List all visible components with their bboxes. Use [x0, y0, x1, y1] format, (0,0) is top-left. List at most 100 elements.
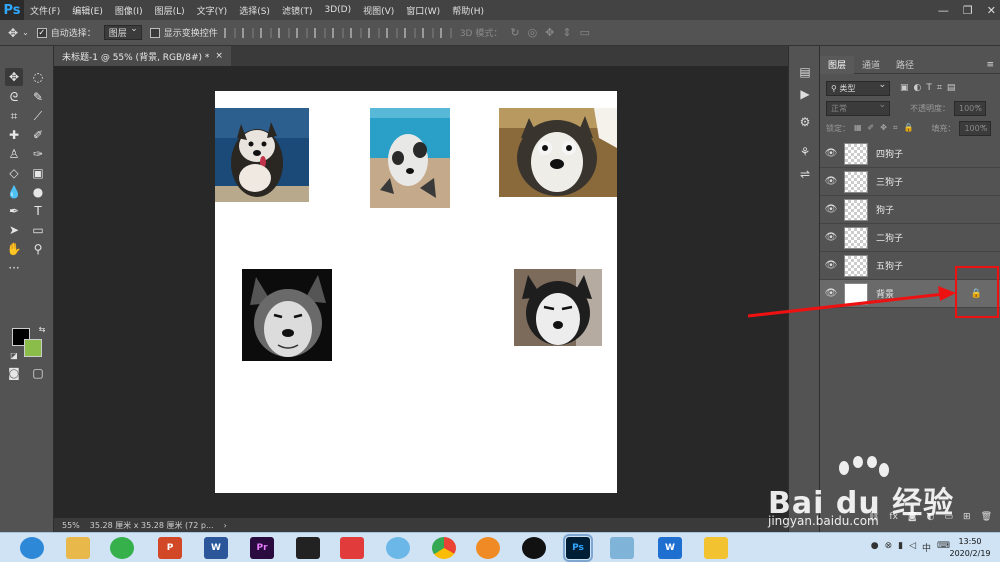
tab-layers[interactable]: 图层: [820, 55, 855, 74]
layer-photo-狗子[interactable]: [499, 108, 617, 197]
notes-icon[interactable]: [610, 537, 634, 559]
menu-layer[interactable]: 图层(L): [149, 4, 191, 17]
default-colors-icon[interactable]: ◪: [5, 346, 23, 364]
rectangle-tool-icon[interactable]: ▭: [29, 221, 47, 239]
3d-slide-icon[interactable]: ⇕: [562, 26, 571, 39]
lock-icons[interactable]: ▦✐✥⌗🔒: [854, 123, 919, 133]
auto-select-option[interactable]: ✓ 自动选择：: [36, 26, 96, 39]
wechat-icon[interactable]: [110, 537, 134, 559]
blend-mode-dropdown[interactable]: 正常: [826, 100, 890, 116]
align-bottom-icon[interactable]: [259, 27, 272, 38]
distribute-right-icon[interactable]: [421, 27, 434, 38]
eraser-tool-icon[interactable]: ◇: [5, 164, 23, 182]
layer-photo-五狗子[interactable]: [514, 269, 602, 346]
media-player-icon[interactable]: [340, 537, 364, 559]
menu-filter[interactable]: 滤镜(T): [276, 4, 319, 17]
3d-scale-icon[interactable]: ▭: [580, 26, 590, 39]
blur-tool-icon[interactable]: 💧: [5, 183, 23, 201]
history-brush-tool-icon[interactable]: ✑: [29, 145, 47, 163]
screenshot-icon[interactable]: [704, 537, 728, 559]
properties-panel-icon[interactable]: ⚙: [797, 114, 813, 130]
layer-row[interactable]: 👁 狗子: [820, 196, 1000, 224]
brush-tool-icon[interactable]: ✐: [29, 126, 47, 144]
browser-icon[interactable]: [20, 537, 44, 559]
auto-align-icon[interactable]: [439, 27, 452, 38]
panel-menu-icon[interactable]: ≡: [986, 60, 1000, 70]
3d-orbit-icon[interactable]: ↻: [510, 26, 519, 39]
clone-stamp-tool-icon[interactable]: ♙: [5, 145, 23, 163]
menu-help[interactable]: 帮助(H): [446, 4, 490, 17]
show-transform-option[interactable]: 显示变换控件: [149, 26, 218, 39]
document-tab-close[interactable]: ×: [215, 51, 223, 61]
align-left-icon[interactable]: [277, 27, 290, 38]
marquee-tool-icon[interactable]: ◌: [29, 68, 47, 86]
edit-toolbar-icon[interactable]: ···: [5, 259, 23, 277]
taskbar-clock[interactable]: 13:50 2020/2/19: [946, 536, 994, 560]
menu-edit[interactable]: 编辑(E): [66, 4, 109, 17]
filter-type-icons[interactable]: ▣◐T⌗▤: [900, 83, 960, 93]
visibility-eye-icon[interactable]: 👁: [820, 148, 842, 159]
distribute-bottom-icon[interactable]: [367, 27, 380, 38]
screen-mode-icon[interactable]: ▢: [29, 364, 47, 382]
tray-volume-icon[interactable]: ◁: [909, 541, 916, 554]
chrome-icon[interactable]: [432, 537, 456, 559]
auto-select-checkbox[interactable]: ✓: [36, 27, 47, 38]
file-explorer-icon[interactable]: [66, 537, 90, 559]
menu-select[interactable]: 选择(S): [233, 4, 276, 17]
visibility-eye-icon[interactable]: 👁: [820, 204, 842, 215]
filter-kind-dropdown[interactable]: ⚲ 类型: [826, 80, 890, 96]
status-menu-arrow[interactable]: ›: [224, 521, 227, 530]
distribute-hcenter-icon[interactable]: [403, 27, 416, 38]
menu-window[interactable]: 窗口(W): [400, 4, 446, 17]
distribute-vcenter-icon[interactable]: [349, 27, 362, 38]
quick-mask-icon[interactable]: ◙: [5, 364, 23, 382]
layer-photo-二狗子[interactable]: [242, 269, 332, 361]
align-right-icon[interactable]: [313, 27, 326, 38]
tray-antivirus-icon[interactable]: ⊗: [885, 541, 893, 554]
tray-language[interactable]: 中: [922, 541, 931, 554]
menu-view[interactable]: 视图(V): [357, 4, 400, 17]
layer-photo-四狗子[interactable]: [215, 108, 309, 202]
chat-bubble-icon[interactable]: [386, 537, 410, 559]
document-canvas[interactable]: [215, 91, 617, 493]
wps-icon[interactable]: W: [658, 537, 682, 559]
layer-photo-三狗子[interactable]: [370, 108, 450, 208]
3d-roll-icon[interactable]: ◎: [528, 26, 538, 39]
show-transform-checkbox[interactable]: [149, 27, 160, 38]
premiere-icon[interactable]: Pr: [250, 537, 274, 559]
crop-tool-icon[interactable]: ⌗: [5, 107, 23, 125]
gradient-tool-icon[interactable]: ▣: [29, 164, 47, 182]
pen-tool-icon[interactable]: ✒: [5, 202, 23, 220]
visibility-eye-icon[interactable]: 👁: [820, 260, 842, 271]
hand-tool-icon[interactable]: ✋: [5, 240, 23, 258]
video-editor-icon[interactable]: [296, 537, 320, 559]
close-button[interactable]: ✕: [987, 4, 996, 17]
zoom-tool-icon[interactable]: ⚲: [29, 240, 47, 258]
photoshop-icon[interactable]: Ps: [563, 534, 593, 562]
word-icon[interactable]: W: [204, 537, 228, 559]
swap-colors-icon[interactable]: ⇆: [33, 320, 51, 338]
visibility-eye-icon[interactable]: 👁: [820, 232, 842, 243]
qq-icon[interactable]: [522, 537, 546, 559]
actions-panel-icon[interactable]: ▶: [797, 86, 813, 102]
visibility-eye-icon[interactable]: 👁: [820, 288, 842, 299]
layer-row[interactable]: 👁 四狗子: [820, 140, 1000, 168]
visibility-eye-icon[interactable]: 👁: [820, 176, 842, 187]
tab-paths[interactable]: 路径: [888, 56, 922, 74]
menu-3d[interactable]: 3D(D): [318, 5, 357, 15]
eyedropper-tool-icon[interactable]: ⟋: [29, 107, 47, 125]
powerpoint-icon[interactable]: P: [158, 537, 182, 559]
move-tool-icon[interactable]: ✥: [5, 68, 23, 86]
layer-row[interactable]: 👁 三狗子: [820, 168, 1000, 196]
menu-image[interactable]: 图像(I): [109, 4, 149, 17]
libraries-panel-icon[interactable]: ⇌: [797, 166, 813, 182]
history-panel-icon[interactable]: ▤: [797, 64, 813, 80]
layer-row[interactable]: 👁 二狗子: [820, 224, 1000, 252]
document-tab[interactable]: 未标题-1 @ 55% (背景, RGB/8#) * ×: [54, 46, 231, 66]
canvas-area[interactable]: [54, 66, 788, 518]
distribute-left-icon[interactable]: [385, 27, 398, 38]
type-tool-icon[interactable]: T: [29, 202, 47, 220]
minimize-button[interactable]: —: [938, 4, 949, 17]
lasso-tool-icon[interactable]: ᘓ: [5, 88, 23, 106]
background-color-swatch[interactable]: [24, 339, 42, 357]
